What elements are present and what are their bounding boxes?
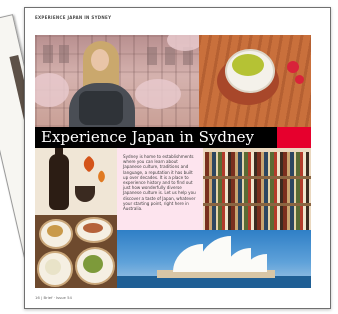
sake-cup [75,186,95,202]
magazine-page: EXPERIENCE JAPAN IN SYDNEY Experience Ja… [24,7,331,309]
running-head: EXPERIENCE JAPAN IN SYDNEY [35,15,112,20]
title-accent-block [277,127,311,148]
intro-paragraph: Sydney is home to establishments where y… [123,154,196,212]
flower-icon [287,61,299,73]
feature-title: Experience Japan in Sydney [41,128,254,146]
page-folio: 16 | Brief · Issue 54 [35,295,72,300]
japanese-food-photo [35,215,117,288]
bookshelf-photo [203,148,311,230]
sydney-opera-house-photo [117,230,311,288]
sake-photo [35,148,117,215]
feature-spread: Experience Japan in Sydney Sydney is hom… [35,35,311,288]
intro-text-panel: Sydney is home to establishments where y… [117,148,203,230]
woman-backpack-photo [35,35,199,127]
maple-leaf-icon [80,155,98,173]
backpack [79,91,123,125]
title-band: Experience Japan in Sydney [35,127,311,148]
sake-bottle [49,154,69,210]
green-tea-photo [199,35,311,127]
